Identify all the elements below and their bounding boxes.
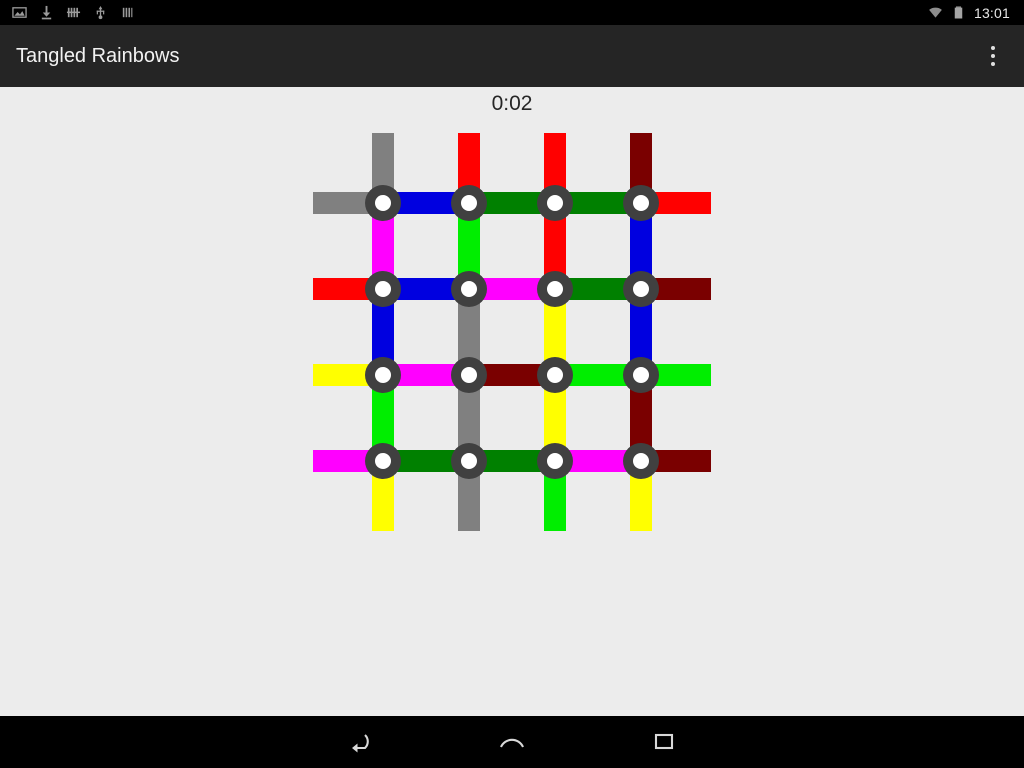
back-button[interactable]	[339, 721, 381, 763]
status-bar: 13:01	[0, 0, 1024, 25]
status-bar-left-icons	[0, 5, 135, 20]
puzzle-node[interactable]	[365, 443, 401, 479]
node-center	[547, 195, 563, 211]
overflow-dot	[991, 54, 995, 58]
status-bar-clock: 13:01	[973, 4, 1010, 21]
puzzle-board[interactable]	[0, 87, 1024, 716]
node-center	[375, 195, 391, 211]
node-center	[375, 281, 391, 297]
navigation-bar	[0, 716, 1024, 768]
puzzle-node[interactable]	[623, 271, 659, 307]
action-bar: Tangled Rainbows	[0, 25, 1024, 87]
puzzle-node[interactable]	[537, 271, 573, 307]
puzzle-node[interactable]	[537, 185, 573, 221]
overflow-menu-button[interactable]	[976, 25, 1024, 87]
puzzle-node[interactable]	[451, 185, 487, 221]
node-layer	[365, 185, 659, 479]
recents-button[interactable]	[643, 721, 685, 763]
node-center	[461, 281, 477, 297]
puzzle-node[interactable]	[623, 185, 659, 221]
puzzle-node[interactable]	[451, 443, 487, 479]
puzzle-node[interactable]	[365, 357, 401, 393]
equalizer-icon	[66, 7, 81, 18]
recents-icon	[654, 733, 674, 750]
node-center	[633, 195, 649, 211]
app-title: Tangled Rainbows	[16, 44, 180, 67]
game-content: 0:02	[0, 87, 1024, 716]
overflow-dot	[991, 62, 995, 66]
home-icon	[500, 738, 524, 748]
node-center	[375, 367, 391, 383]
node-center	[461, 453, 477, 469]
node-center	[633, 453, 649, 469]
node-center	[547, 367, 563, 383]
usb-icon	[96, 5, 105, 20]
overflow-dot	[991, 46, 995, 50]
puzzle-node[interactable]	[365, 185, 401, 221]
wifi-icon	[929, 7, 942, 18]
battery-icon	[954, 6, 963, 19]
node-center	[547, 281, 563, 297]
node-center	[461, 195, 477, 211]
node-center	[461, 367, 477, 383]
bars-icon	[122, 7, 133, 18]
puzzle-node[interactable]	[451, 357, 487, 393]
back-arrow-icon	[352, 734, 369, 753]
puzzle-node[interactable]	[623, 443, 659, 479]
node-center	[633, 281, 649, 297]
puzzle-node[interactable]	[537, 443, 573, 479]
puzzle-node[interactable]	[623, 357, 659, 393]
download-icon	[41, 5, 52, 20]
screenshot-icon	[12, 7, 27, 18]
puzzle-node[interactable]	[451, 271, 487, 307]
node-center	[547, 453, 563, 469]
node-center	[633, 367, 649, 383]
node-center	[375, 453, 391, 469]
status-bar-right-icons: 13:01	[928, 5, 1024, 21]
puzzle-node[interactable]	[365, 271, 401, 307]
home-button[interactable]	[491, 721, 533, 763]
puzzle-node[interactable]	[537, 357, 573, 393]
